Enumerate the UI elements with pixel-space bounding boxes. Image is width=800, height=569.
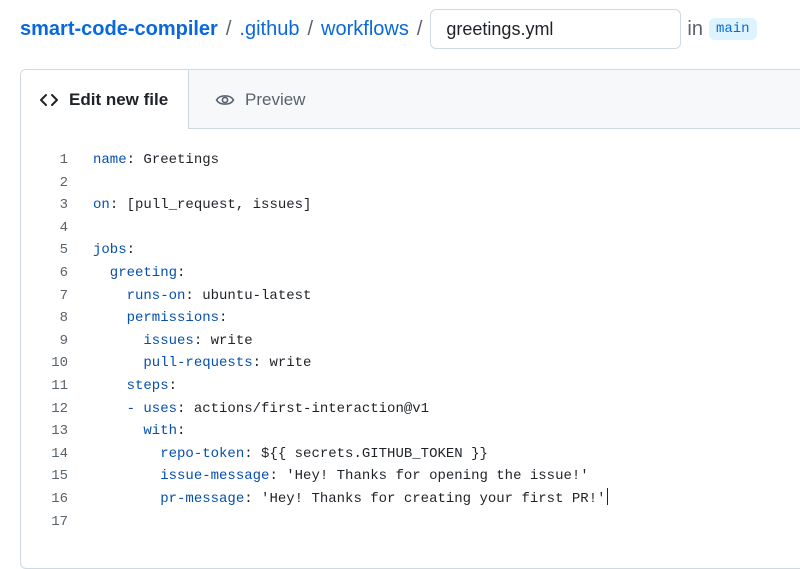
yaml-value: : write [252, 355, 312, 372]
yaml-value: : [177, 264, 186, 281]
text-cursor [606, 487, 608, 505]
code-icon [39, 92, 59, 108]
file-editor: Edit new file Preview 1 name: Greetings 2… [20, 69, 800, 569]
yaml-value: : ${{ secrets.GITHUB_TOKEN }} [244, 445, 488, 462]
yaml-value: : [177, 423, 186, 440]
code-line: 6 greeting: [21, 262, 800, 285]
github-folder-link[interactable]: .github [239, 18, 299, 41]
line-number: 11 [51, 377, 68, 394]
yaml-key: issues [93, 332, 194, 349]
code-line: 10 pull-requests: write [21, 352, 800, 375]
yaml-value: : [pull_request, issues] [109, 197, 312, 214]
yaml-key: runs-on [93, 287, 186, 304]
line-number: 3 [59, 197, 68, 214]
breadcrumb-separator: / [307, 17, 314, 40]
line-text: pull-requests: write [68, 352, 311, 375]
code-line: 9 issues: write [21, 330, 800, 353]
line-number: 6 [59, 264, 68, 281]
eye-icon [215, 92, 235, 108]
yaml-value: : [219, 310, 228, 327]
line-number: 10 [51, 355, 68, 372]
tab-preview[interactable]: Preview [189, 70, 305, 129]
line-number: 4 [59, 219, 68, 236]
code-line: 17 [21, 511, 800, 534]
tab-edit-new-file[interactable]: Edit new file [21, 70, 189, 129]
yaml-key: pr-message [93, 490, 245, 507]
code-line: 4 [21, 217, 800, 240]
repo-link[interactable]: smart-code-compiler [20, 18, 218, 41]
code-editor[interactable]: 1 name: Greetings 2 3 on: [pull_request, i… [21, 129, 800, 533]
line-number: 2 [59, 174, 68, 191]
yaml-key: with [93, 423, 178, 440]
line-text: repo-token: ${{ secrets.GITHUB_TOKEN }} [68, 443, 488, 466]
yaml-key: on [93, 197, 110, 214]
code-line: 13 with: [21, 420, 800, 443]
yaml-value: : write [193, 332, 253, 349]
yaml-key: greeting [93, 264, 178, 281]
line-text: name: Greetings [68, 149, 219, 172]
code-line: 11 steps: [21, 375, 800, 398]
yaml-value: : Greetings [126, 152, 220, 168]
line-text: issue-message: 'Hey! Thanks for opening … [68, 465, 589, 488]
code-line: 8 permissions: [21, 307, 800, 330]
workflows-folder-link[interactable]: workflows [321, 18, 409, 41]
filename-input[interactable] [430, 9, 682, 49]
line-number: 1 [59, 152, 68, 168]
yaml-value: : [168, 377, 178, 394]
breadcrumb-separator: / [416, 17, 423, 40]
line-text: pr-message: 'Hey! Thanks for creating yo… [68, 487, 609, 511]
yaml-value: : ubuntu-latest [185, 287, 312, 304]
breadcrumb: smart-code-compiler / .github / workflow… [20, 8, 757, 50]
line-text: steps: [68, 375, 177, 398]
code-line: 1 name: Greetings [21, 149, 800, 172]
code-line: 16 pr-message: 'Hey! Thanks for creating… [21, 487, 800, 511]
line-text: jobs: [68, 239, 135, 262]
line-text: with: [68, 420, 185, 443]
line-text: greeting: [68, 262, 186, 285]
code-line: 15 issue-message: 'Hey! Thanks for openi… [21, 465, 800, 488]
line-number: 12 [51, 400, 68, 417]
line-number: 5 [59, 242, 68, 259]
code-line: 12 - uses: actions/first-interaction@v1 [21, 398, 800, 421]
line-text [68, 217, 93, 240]
line-number: 15 [51, 468, 68, 485]
tab-preview-label: Preview [245, 89, 306, 109]
line-text: permissions: [68, 307, 228, 330]
yaml-key: issue-message [93, 468, 270, 485]
yaml-key: repo-token [93, 445, 245, 462]
yaml-value: : [126, 242, 136, 259]
in-label: in [687, 17, 703, 40]
line-text: runs-on: ubuntu-latest [68, 285, 312, 308]
yaml-key: pull-requests [93, 355, 253, 372]
code-line: 2 [21, 172, 800, 195]
code-line: 7 runs-on: ubuntu-latest [21, 285, 800, 308]
line-text [68, 172, 93, 195]
line-number: 14 [51, 445, 68, 462]
yaml-value: : 'Hey! Thanks for opening the issue!' [269, 468, 589, 485]
line-text: on: [pull_request, issues] [68, 194, 311, 217]
line-number: 8 [59, 310, 68, 327]
yaml-value: : actions/first-interaction@v1 [177, 400, 430, 417]
line-number: 7 [59, 287, 68, 304]
yaml-key: steps [93, 377, 169, 394]
branch-badge[interactable]: main [708, 18, 757, 40]
editor-tabbar: Edit new file Preview [21, 70, 800, 129]
line-text [68, 511, 93, 534]
line-number: 16 [51, 490, 68, 507]
code-line: 14 repo-token: ${{ secrets.GITHUB_TOKEN … [21, 443, 800, 466]
yaml-value: : 'Hey! Thanks for creating your first P… [244, 490, 606, 507]
line-text: - uses: actions/first-interaction@v1 [68, 398, 429, 421]
line-number: 17 [51, 513, 68, 530]
yaml-key: jobs [93, 242, 127, 259]
breadcrumb-separator: / [225, 17, 232, 40]
yaml-key: permissions [93, 310, 220, 327]
yaml-key: - uses [93, 400, 178, 417]
code-line: 3 on: [pull_request, issues] [21, 194, 800, 217]
code-line: 5 jobs: [21, 239, 800, 262]
line-text: issues: write [68, 330, 253, 353]
line-number: 9 [59, 332, 68, 349]
line-number: 13 [51, 423, 68, 440]
yaml-key: name [93, 152, 127, 168]
tab-edit-label: Edit new file [69, 89, 169, 109]
